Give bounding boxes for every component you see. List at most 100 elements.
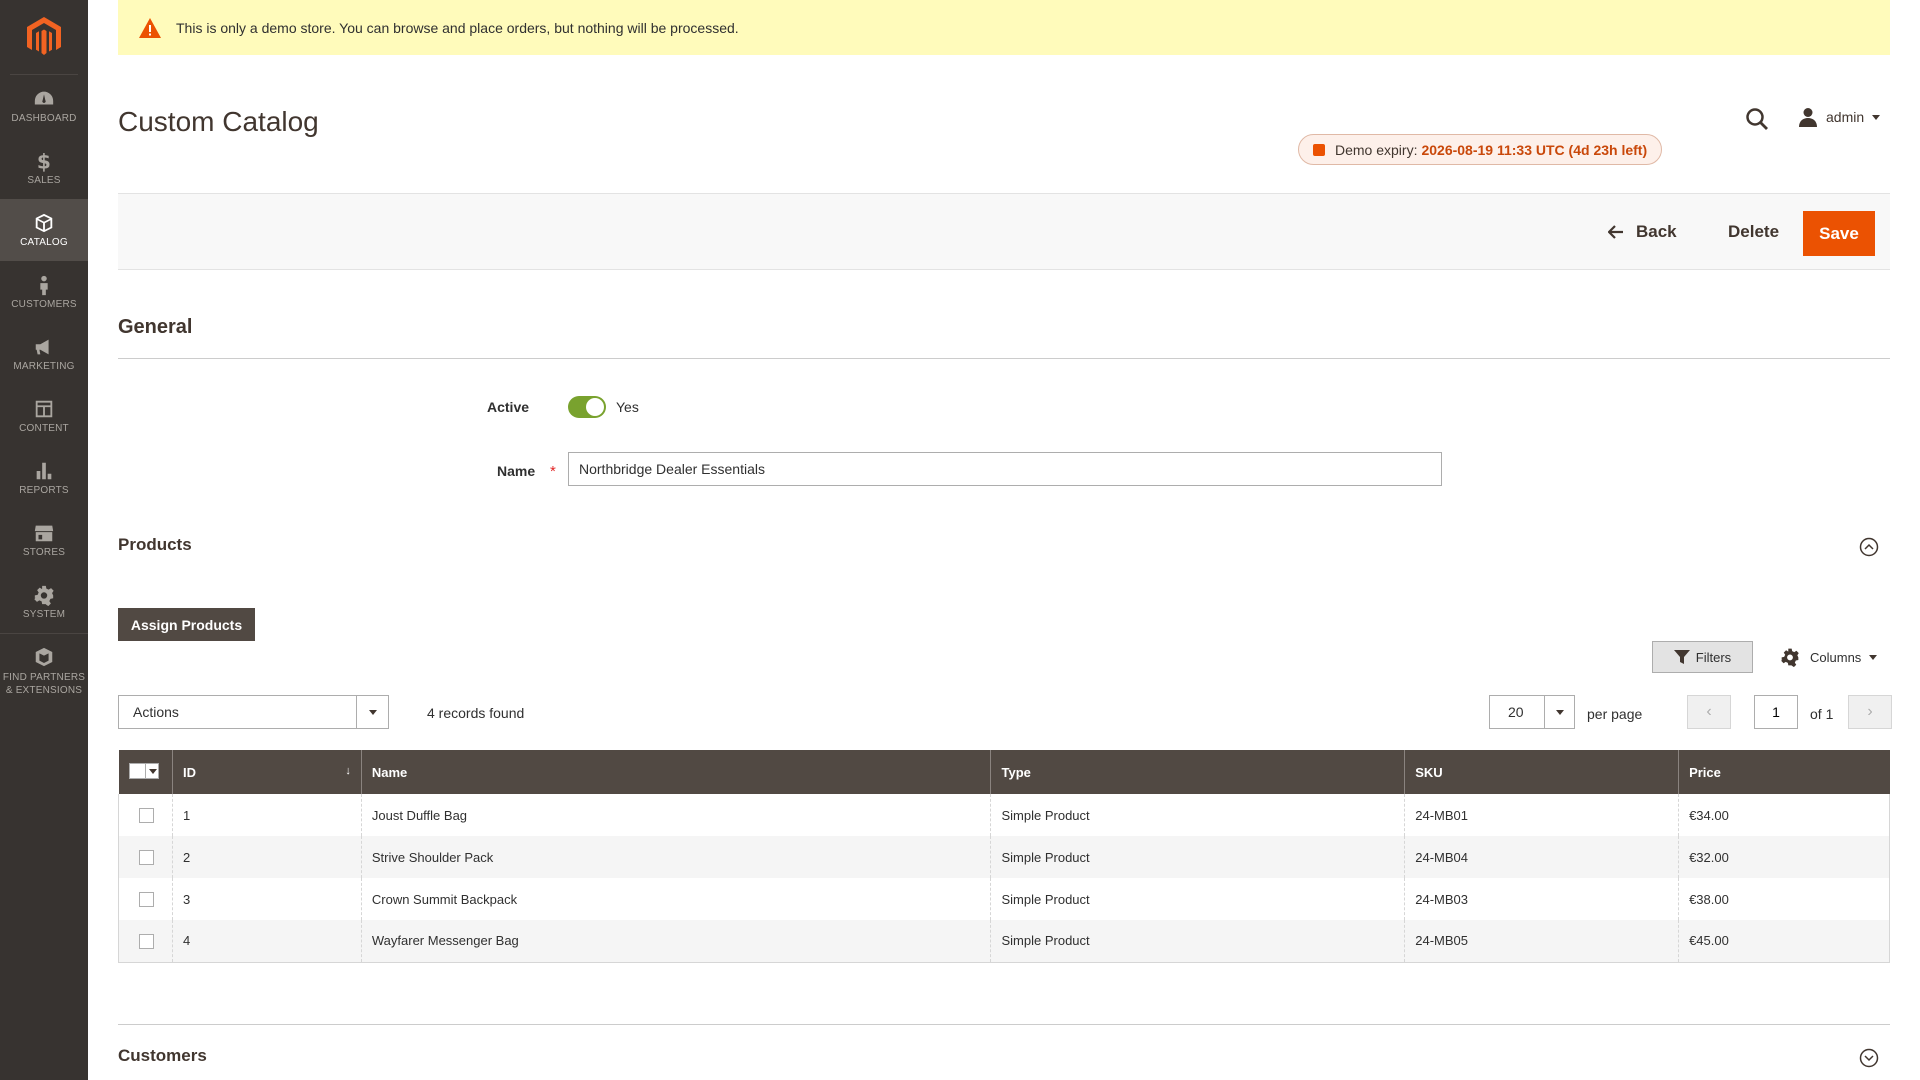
dropdown-arrow[interactable] <box>356 696 388 728</box>
name-input[interactable] <box>568 452 1442 486</box>
column-header-id[interactable]: ID ↓ <box>171 750 362 794</box>
save-button[interactable]: Save <box>1803 211 1875 256</box>
mass-select-checkbox[interactable] <box>128 763 159 779</box>
divider <box>118 358 1890 359</box>
active-toggle-value: Yes <box>616 399 639 415</box>
back-label: Back <box>1636 222 1677 241</box>
page-actions-bar: Back Delete Save <box>118 193 1890 270</box>
sort-arrow-icon: ↓ <box>345 764 351 777</box>
column-label: Name <box>371 764 408 780</box>
customers-section-title[interactable]: Customers <box>118 1046 207 1066</box>
expiry-value: 2026-08-19 11:33 UTC (4d 23h left) <box>1421 141 1648 158</box>
previous-page-button[interactable]: ‹ <box>1687 695 1731 729</box>
table-row[interactable]: 1 Joust Duffle Bag Simple Product 24-MB0… <box>118 794 1890 836</box>
megaphone-icon <box>35 339 49 355</box>
page-number-input[interactable] <box>1754 695 1798 729</box>
sidebar-item-content[interactable]: CONTENT <box>0 385 88 447</box>
row-checkbox[interactable] <box>139 808 154 824</box>
cell-price: €32.00 <box>1678 836 1890 878</box>
per-page-select[interactable]: 20 <box>1489 695 1575 729</box>
sidebar-item-reports[interactable]: REPORTS <box>0 447 88 509</box>
row-select-cell <box>118 878 173 920</box>
back-button[interactable]: Back <box>1608 214 1677 250</box>
columns-button[interactable]: Columns <box>1780 645 1878 669</box>
magento-logo[interactable] <box>10 0 78 75</box>
next-page-button[interactable]: › <box>1848 695 1892 729</box>
column-label: SKU <box>1415 764 1443 780</box>
layout-icon <box>35 400 53 418</box>
column-label: Type <box>1001 764 1031 780</box>
checkbox <box>129 764 146 778</box>
mass-actions-select[interactable]: Actions <box>118 695 389 729</box>
chevron-up-circle-icon[interactable] <box>1859 537 1879 557</box>
sidebar-item-label: CONTENT <box>19 423 69 434</box>
required-marker: * <box>550 463 556 480</box>
cell-type: Simple Product <box>990 794 1405 836</box>
column-header-name[interactable]: Name <box>360 750 991 794</box>
expiry-label: Demo expiry: <box>1335 141 1418 158</box>
chevron-down-icon <box>1869 654 1878 660</box>
gear-icon <box>34 585 54 606</box>
sidebar-item-find-partners[interactable]: FIND PARTNERS & EXTENSIONS <box>0 633 88 709</box>
demo-expiry-badge: Demo expiry: 2026-08-19 11:33 UTC (4d 23… <box>1298 134 1663 165</box>
per-page-value: 20 <box>1508 704 1524 720</box>
filters-button[interactable]: Filters <box>1652 641 1753 673</box>
row-select-cell <box>118 794 173 836</box>
row-checkbox[interactable] <box>139 933 154 949</box>
row-checkbox[interactable] <box>139 892 154 908</box>
filter-icon <box>1673 650 1690 664</box>
delete-button[interactable]: Delete <box>1728 214 1779 250</box>
sidebar-item-label: SALES <box>27 175 61 186</box>
chevron-down-icon <box>148 768 157 774</box>
filters-label: Filters <box>1695 649 1732 665</box>
products-grid: ID ↓ Name Type SKU Price 1 Joust Duffle B… <box>118 750 1890 963</box>
user-menu[interactable]: admin <box>1798 107 1881 127</box>
dashboard-icon <box>34 91 54 105</box>
expiry-icon <box>1313 143 1325 156</box>
cell-id: 4 <box>171 920 362 963</box>
chevron-right-icon: › <box>1867 703 1873 720</box>
sidebar-item-marketing[interactable]: MARKETING <box>0 323 88 385</box>
table-row[interactable]: 2 Strive Shoulder Pack Simple Product 24… <box>118 836 1890 878</box>
per-page-label: per page <box>1587 706 1643 722</box>
search-icon[interactable] <box>1744 106 1770 132</box>
products-section-title[interactable]: Products <box>118 535 192 555</box>
sidebar-item-system[interactable]: SYSTEM <box>0 571 88 633</box>
column-header-price[interactable]: Price <box>1678 750 1890 794</box>
sidebar-item-dashboard[interactable]: DASHBOARD <box>0 75 88 137</box>
cell-id: 2 <box>171 836 362 878</box>
sidebar-item-stores[interactable]: STORES <box>0 509 88 571</box>
sidebar-item-label: FIND PARTNERS <box>2 672 86 683</box>
chevron-down-circle-icon[interactable] <box>1859 1048 1879 1068</box>
sidebar-item-customers[interactable]: CUSTOMERS <box>0 261 88 323</box>
sidebar-item-label: SYSTEM <box>22 609 66 620</box>
cell-id: 3 <box>171 878 362 920</box>
active-toggle[interactable] <box>568 396 606 418</box>
magento-logo-icon <box>27 17 61 55</box>
cell-price: €45.00 <box>1678 920 1890 963</box>
assign-products-button[interactable]: Assign Products <box>118 608 255 641</box>
column-header-type[interactable]: Type <box>990 750 1405 794</box>
user-icon <box>1799 108 1817 127</box>
bar-chart-icon <box>36 462 52 480</box>
cell-id: 1 <box>171 794 362 836</box>
cell-name: Joust Duffle Bag <box>360 794 991 836</box>
table-row[interactable]: 4 Wayfarer Messenger Bag Simple Product … <box>118 920 1890 963</box>
gear-icon <box>1781 648 1799 667</box>
columns-label: Columns <box>1810 649 1862 665</box>
cell-name: Wayfarer Messenger Bag <box>360 920 991 963</box>
sidebar-item-label: REPORTS <box>19 485 69 496</box>
dropdown-arrow[interactable] <box>1544 696 1574 728</box>
dollar-icon: $ <box>37 150 51 172</box>
chevron-down-icon <box>1555 709 1564 715</box>
row-checkbox[interactable] <box>139 850 154 866</box>
sidebar-item-sales[interactable]: $ SALES <box>0 137 88 199</box>
sidebar-item-label: & EXTENSIONS <box>5 685 83 696</box>
sidebar-item-label: STORES <box>22 547 66 558</box>
page-title: Custom Catalog <box>118 106 319 137</box>
records-found: 4 records found <box>427 705 525 721</box>
sidebar-item-catalog[interactable]: CATALOG <box>0 199 88 261</box>
column-header-sku[interactable]: SKU <box>1404 750 1679 794</box>
mass-select-header[interactable] <box>118 750 173 794</box>
table-row[interactable]: 3 Crown Summit Backpack Simple Product 2… <box>118 878 1890 920</box>
